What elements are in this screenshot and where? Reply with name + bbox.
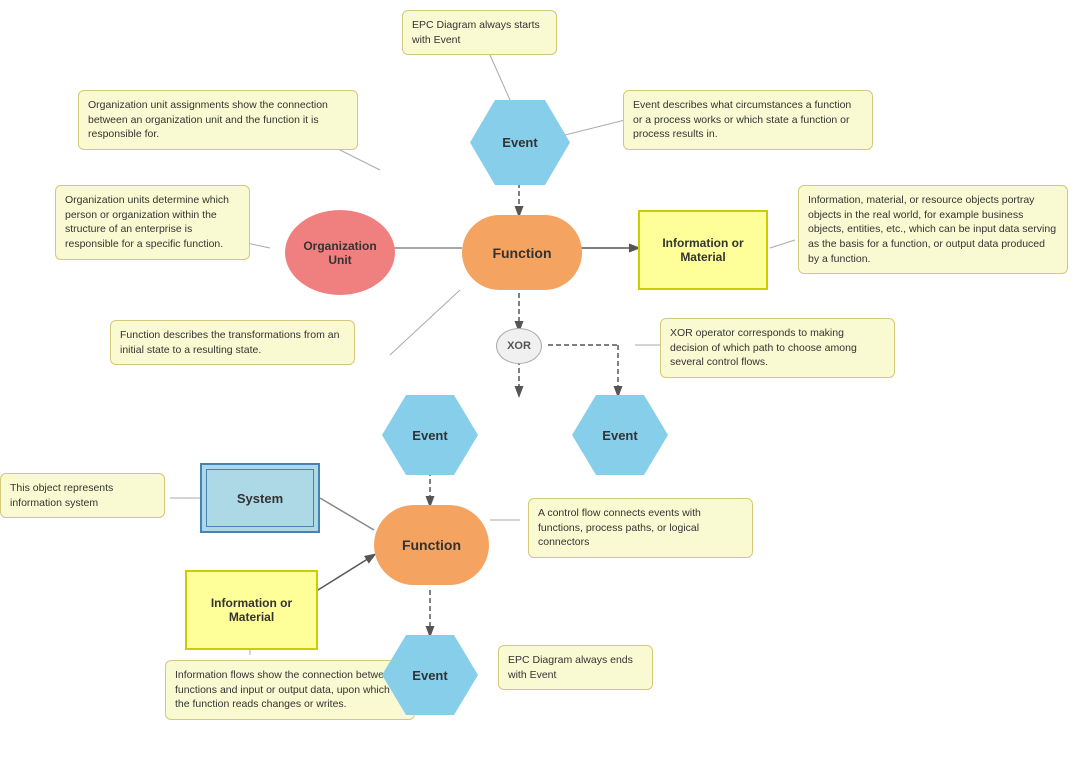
org-unit-shape: Organization Unit xyxy=(285,210,395,295)
callout-ends-with-event: EPC Diagram always ends with Event xyxy=(498,645,653,690)
callout-function-describes: Function describes the transformations f… xyxy=(110,320,355,365)
info-material-shape-1: Information or Material xyxy=(638,210,768,290)
diagram-container: EPC Diagram always starts with Event Eve… xyxy=(0,0,1087,761)
callout-control-flow: A control flow connects events with func… xyxy=(528,498,753,558)
function-shape-1: Function xyxy=(462,215,582,290)
callout-starts-with-event: EPC Diagram always starts with Event xyxy=(402,10,557,55)
callout-system: This object represents information syste… xyxy=(0,473,165,518)
function-shape-2: Function xyxy=(374,505,489,585)
event-shape-1: Event xyxy=(470,100,570,185)
callout-org-determine: Organization units determine which perso… xyxy=(55,185,250,260)
callout-info-material: Information, material, or resource objec… xyxy=(798,185,1068,274)
xor-shape: XOR xyxy=(496,328,542,364)
callout-xor: XOR operator corresponds to making decis… xyxy=(660,318,895,378)
event-shape-2: Event xyxy=(382,395,478,475)
info-material-shape-2: Information or Material xyxy=(185,570,318,650)
callout-info-flows: Information flows show the connection be… xyxy=(165,660,415,720)
callout-event-describes: Event describes what circumstances a fun… xyxy=(623,90,873,150)
callout-org-assignment: Organization unit assignments show the c… xyxy=(78,90,358,150)
event-shape-3: Event xyxy=(572,395,668,475)
system-shape: System xyxy=(200,463,320,533)
